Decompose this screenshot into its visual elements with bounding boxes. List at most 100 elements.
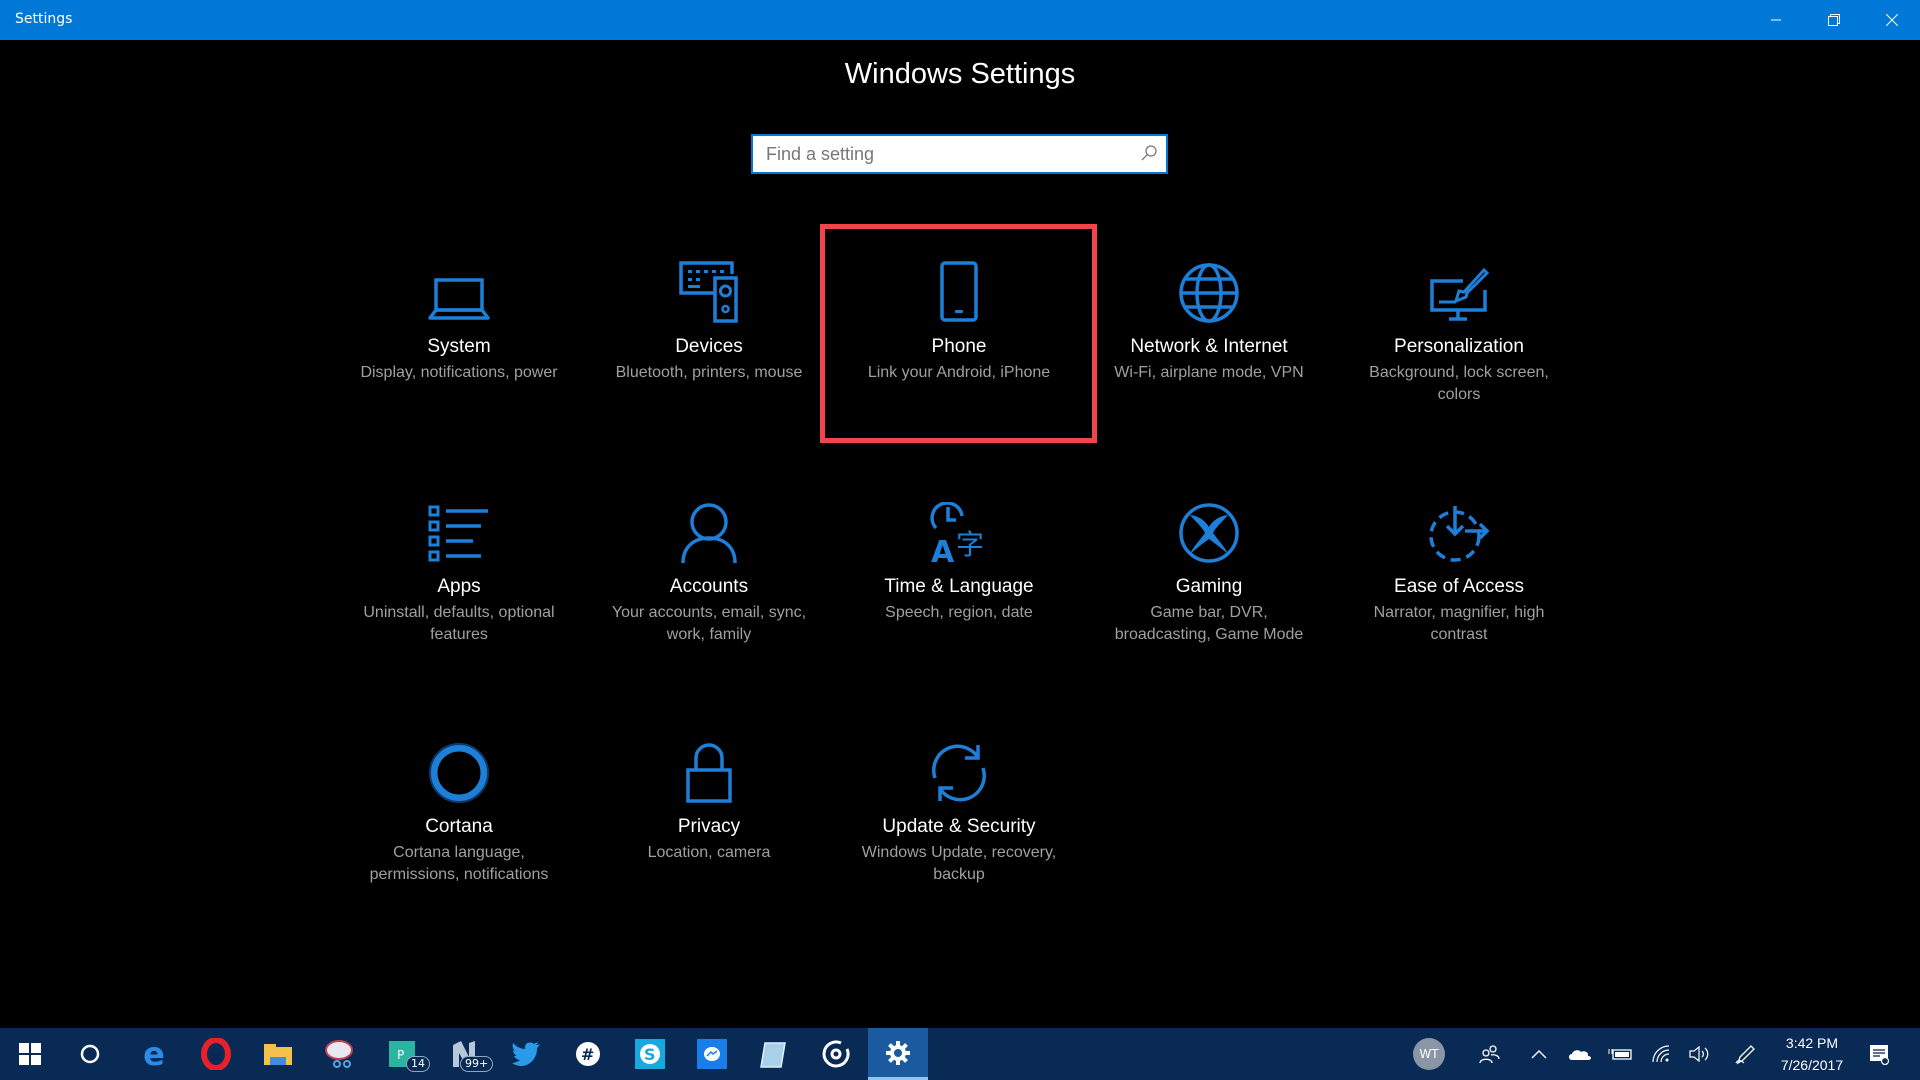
onedrive-button[interactable] (1566, 1028, 1594, 1080)
volume-button[interactable] (1686, 1028, 1712, 1080)
svg-text:P: P (397, 1048, 404, 1062)
search-box[interactable] (751, 134, 1168, 174)
tile-description: Game bar, DVR, broadcasting, Game Mode (1114, 604, 1304, 643)
battery-button[interactable] (1606, 1028, 1634, 1080)
clock[interactable]: 3:42 PM 7/26/2017 (1764, 1032, 1860, 1076)
groove-taskbar-button[interactable] (806, 1028, 866, 1080)
start-button[interactable] (0, 1028, 60, 1080)
tile-title: Privacy (677, 816, 741, 837)
tile-phone[interactable]: Phone Link your Android, iPhone (839, 258, 1079, 384)
slack-icon: # (576, 1042, 600, 1066)
tile-description: Your accounts, email, sync, work, family (611, 604, 807, 643)
tile-network[interactable]: Network & Internet Wi-Fi, airplane mode,… (1089, 258, 1329, 384)
messenger-taskbar-button[interactable] (682, 1028, 742, 1080)
windows-logo-icon (19, 1043, 41, 1065)
p-app-taskbar-button[interactable]: P 14 (372, 1028, 432, 1080)
tile-time-language[interactable]: A字 Time & Language Speech, region, date (839, 498, 1079, 624)
speaker-icon (1689, 1045, 1709, 1063)
action-center-button[interactable] (1864, 1028, 1894, 1080)
edge-taskbar-button[interactable]: e (124, 1028, 184, 1080)
onedrive-cloud-icon (1569, 1050, 1591, 1060)
tile-description: Link your Android, iPhone (867, 364, 1051, 381)
search-icon[interactable] (1140, 144, 1158, 166)
tile-description: Wi-Fi, airplane mode, VPN (1114, 364, 1304, 381)
messenger-icon (697, 1039, 727, 1069)
twitter-icon (512, 1042, 540, 1066)
cortana-circle-icon (80, 1044, 100, 1064)
svg-text:S: S (644, 1045, 656, 1064)
search-input[interactable] (753, 136, 1126, 172)
tile-title: Apps (437, 576, 481, 597)
skype-taskbar-button[interactable]: S (620, 1028, 680, 1080)
tile-ease-of-access[interactable]: Ease of Access Narrator, magnifier, high… (1339, 498, 1579, 646)
minimize-icon (1771, 19, 1781, 21)
clock-date: 7/26/2017 (1780, 1057, 1844, 1073)
tile-gaming[interactable]: Gaming Game bar, DVR, broadcasting, Game… (1089, 498, 1329, 646)
laptop-icon (339, 258, 579, 324)
chevron-up-icon (1531, 1050, 1547, 1059)
tile-description: Bluetooth, printers, mouse (615, 364, 803, 381)
n-app-taskbar-button[interactable]: 99+ (434, 1028, 494, 1080)
tile-title: Accounts (669, 576, 749, 597)
notification-badge: 99+ (460, 1056, 494, 1072)
snipping-tool-taskbar-button[interactable] (310, 1028, 370, 1080)
tile-description: Uninstall, defaults, optional features (363, 604, 555, 643)
opera-icon (201, 1038, 231, 1070)
tile-personalization[interactable]: Personalization Background, lock screen,… (1339, 258, 1579, 406)
tile-description: Speech, region, date (885, 604, 1033, 621)
tile-privacy[interactable]: Privacy Location, camera (589, 738, 829, 864)
cortana-search-button[interactable] (60, 1028, 120, 1080)
file-explorer-taskbar-button[interactable] (248, 1028, 308, 1080)
tile-description: Display, notifications, power (360, 364, 558, 381)
pen-workspace-button[interactable] (1732, 1028, 1758, 1080)
tile-cortana[interactable]: Cortana Cortana language, permissions, n… (339, 738, 579, 886)
tile-accounts[interactable]: Accounts Your accounts, email, sync, wor… (589, 498, 829, 646)
restore-button[interactable] (1806, 0, 1862, 40)
clock-language-icon: A字 (839, 498, 1079, 564)
minimize-button[interactable] (1748, 0, 1804, 40)
tile-title: Ease of Access (1394, 576, 1524, 597)
avatar-initials: WT (1413, 1038, 1445, 1070)
svg-text:#: # (581, 1045, 594, 1064)
globe-icon (1089, 258, 1329, 324)
page-title: Windows Settings (844, 58, 1076, 90)
tile-title: System (427, 336, 491, 357)
user-avatar[interactable]: WT (1412, 1028, 1446, 1080)
restore-icon (1828, 14, 1840, 26)
twitter-taskbar-button[interactable] (496, 1028, 556, 1080)
tile-update-security[interactable]: Update & Security Windows Update, recove… (839, 738, 1079, 886)
tile-description: Cortana language, permissions, notificat… (369, 844, 549, 883)
close-icon (1886, 14, 1898, 26)
tile-apps[interactable]: Apps Uninstall, defaults, optional featu… (339, 498, 579, 646)
close-button[interactable] (1864, 0, 1920, 40)
battery-icon (1608, 1049, 1632, 1060)
lock-icon (589, 738, 829, 804)
pen-workspace-icon (1735, 1045, 1755, 1065)
wifi-icon (1652, 1045, 1670, 1063)
show-hidden-icons-button[interactable] (1526, 1028, 1552, 1080)
tile-title: Phone (931, 336, 987, 357)
tile-title: Gaming (1175, 576, 1243, 597)
settings-taskbar-button[interactable] (868, 1028, 928, 1080)
people-icon (1479, 1045, 1500, 1064)
paintbrush-monitor-icon (1339, 258, 1579, 324)
tile-title: Network & Internet (1130, 336, 1288, 357)
tile-description: Windows Update, recovery, backup (861, 844, 1057, 883)
svg-text:字: 字 (956, 528, 984, 561)
people-button[interactable] (1476, 1028, 1502, 1080)
skype-icon: S (635, 1039, 665, 1069)
taskbar: e P 14 99+ # S WT 3:42 PM 7/26/2017 (0, 1028, 1920, 1080)
action-center-icon (1870, 1045, 1890, 1065)
xbox-icon (1089, 498, 1329, 564)
keyboard-speaker-icon (589, 258, 829, 324)
cortana-icon (339, 738, 579, 804)
notepad-taskbar-button[interactable] (744, 1028, 804, 1080)
tile-system[interactable]: System Display, notifications, power (339, 258, 579, 384)
network-button[interactable] (1648, 1028, 1674, 1080)
sync-icon (839, 738, 1079, 804)
opera-taskbar-button[interactable] (186, 1028, 246, 1080)
tile-devices[interactable]: Devices Bluetooth, printers, mouse (589, 258, 829, 384)
tile-title: Devices (675, 336, 743, 357)
slack-taskbar-button[interactable]: # (558, 1028, 618, 1080)
title-bar: Settings (0, 0, 1920, 40)
